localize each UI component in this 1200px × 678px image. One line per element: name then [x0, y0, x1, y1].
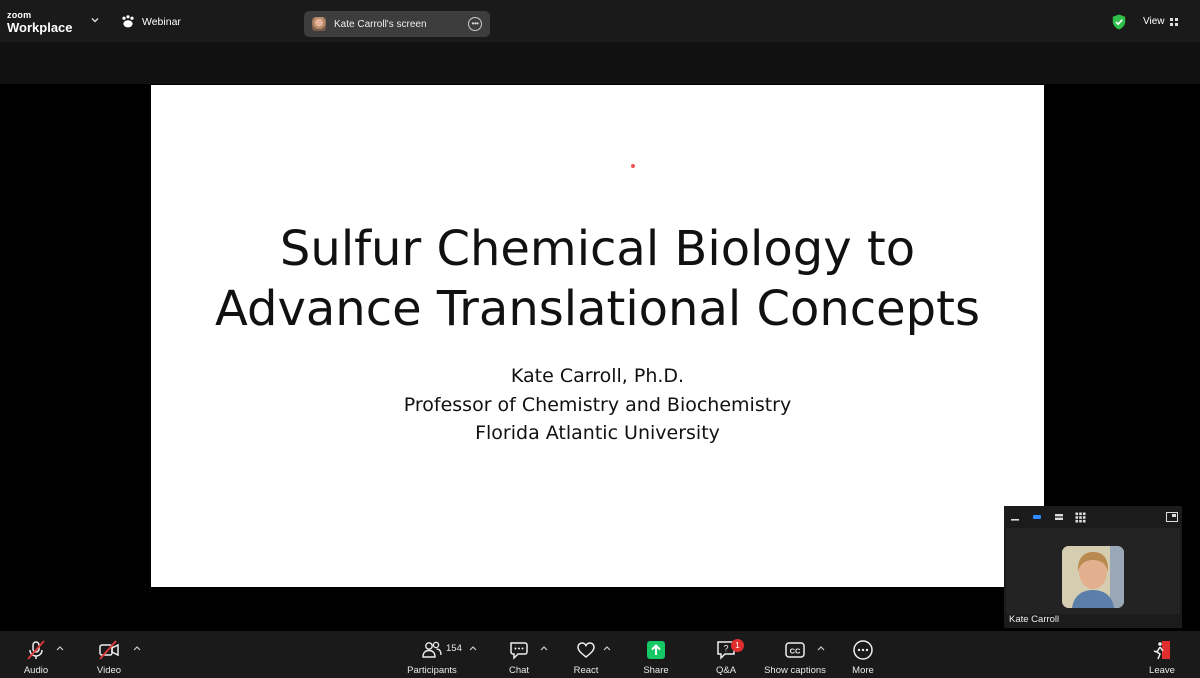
participant-video — [1006, 528, 1180, 614]
chat-bubble-icon — [510, 642, 528, 660]
chat-label: Chat — [508, 665, 530, 676]
chevron-down-icon[interactable] — [89, 14, 101, 26]
react-options-caret-icon[interactable] — [603, 645, 611, 651]
shared-slide: Sulfur Chemical Biology to Advance Trans… — [151, 85, 1044, 587]
chat-button[interactable]: Chat — [506, 631, 532, 678]
laser-pointer-dot — [631, 164, 635, 168]
react-label: React — [573, 665, 599, 676]
slide-title-line-2: Advance Translational Concepts — [215, 281, 980, 337]
audio-button[interactable]: Audio — [22, 631, 50, 678]
participant-count: 154 — [446, 643, 462, 654]
popout-icon[interactable] — [1166, 512, 1178, 522]
top-spacer-bar — [0, 42, 1200, 84]
participants-button[interactable]: Participants — [404, 631, 460, 678]
logo-zoom-text: zoom — [7, 10, 32, 20]
top-bar: zoom Workplace Webinar Kate Carroll's sc… — [0, 0, 1200, 42]
shared-screen-pill[interactable]: Kate Carroll's screen ••• — [304, 11, 490, 37]
closed-captions-icon: CC — [785, 642, 805, 658]
qa-notification-badge: 1 — [731, 639, 744, 652]
participants-options-caret-icon[interactable] — [469, 645, 477, 651]
minimize-icon[interactable] — [1010, 512, 1020, 522]
video-label: Video — [96, 665, 122, 676]
paw-icon — [122, 15, 134, 28]
slide-position: Professor of Chemistry and Biochemistry — [403, 393, 792, 416]
view-button[interactable]: View — [1143, 16, 1179, 27]
microphone-muted-icon — [27, 640, 45, 660]
more-label: More — [852, 665, 874, 676]
security-shield-icon[interactable] — [1112, 14, 1126, 30]
chat-options-caret-icon[interactable] — [540, 645, 548, 651]
leave-label: Leave — [1149, 665, 1175, 676]
slide-author-block: Kate Carroll, Ph.D. Professor of Chemist… — [151, 362, 1044, 448]
meeting-toolbar: Audio Video Participants Chat React Shar… — [0, 631, 1200, 678]
share-screen-icon — [647, 641, 665, 659]
gallery-view-icon[interactable] — [1075, 512, 1086, 523]
more-options-icon[interactable]: ••• — [468, 17, 482, 31]
zoom-workplace-logo: zoom Workplace — [7, 10, 73, 35]
participant-name: Kate Carroll — [1009, 614, 1060, 625]
webinar-text: Webinar — [142, 15, 181, 28]
react-button[interactable]: React — [572, 631, 600, 678]
view-label: View — [1143, 16, 1165, 27]
leave-exit-icon — [1153, 641, 1170, 660]
captions-options-caret-icon[interactable] — [817, 645, 825, 651]
video-thumbnail-panel[interactable]: Kate Carroll — [1004, 506, 1182, 628]
svg-text:?: ? — [723, 644, 728, 654]
captions-label: Show captions — [764, 665, 826, 676]
participants-label: Participants — [407, 665, 457, 676]
share-label: Share — [643, 665, 669, 676]
slide-title: Sulfur Chemical Biology to Advance Trans… — [151, 219, 1044, 339]
thumbnail-toolbar — [1004, 506, 1182, 528]
more-dots-icon — [853, 640, 873, 660]
leave-button[interactable]: Leave — [1148, 631, 1176, 678]
slide-title-line-1: Sulfur Chemical Biology to — [279, 221, 916, 277]
participants-icon — [422, 641, 442, 658]
view-grid-icon — [1169, 17, 1178, 26]
more-button[interactable]: More — [850, 631, 876, 678]
heart-icon — [577, 642, 595, 658]
svg-text:CC: CC — [790, 647, 801, 656]
speaker-view-icon[interactable] — [1032, 512, 1042, 522]
webinar-label: Webinar — [121, 15, 181, 28]
show-captions-button[interactable]: CC Show captions — [762, 631, 828, 678]
audio-label: Audio — [23, 665, 49, 676]
video-options-caret-icon[interactable] — [133, 645, 141, 651]
video-button[interactable]: Video — [95, 631, 123, 678]
participant-avatar — [1062, 546, 1124, 608]
logo-workplace-text: Workplace — [7, 20, 73, 35]
qa-button[interactable]: ? Q&A — [714, 631, 738, 678]
strip-view-icon[interactable] — [1054, 512, 1064, 522]
presenter-avatar — [312, 17, 326, 31]
slide-institution: Florida Atlantic University — [475, 422, 720, 444]
slide-presenter: Kate Carroll, Ph.D. — [510, 365, 685, 387]
audio-options-caret-icon[interactable] — [56, 645, 64, 651]
qa-label: Q&A — [715, 665, 737, 676]
camera-off-icon — [99, 640, 119, 660]
shared-screen-label: Kate Carroll's screen — [334, 18, 427, 30]
share-button[interactable]: Share — [641, 631, 671, 678]
